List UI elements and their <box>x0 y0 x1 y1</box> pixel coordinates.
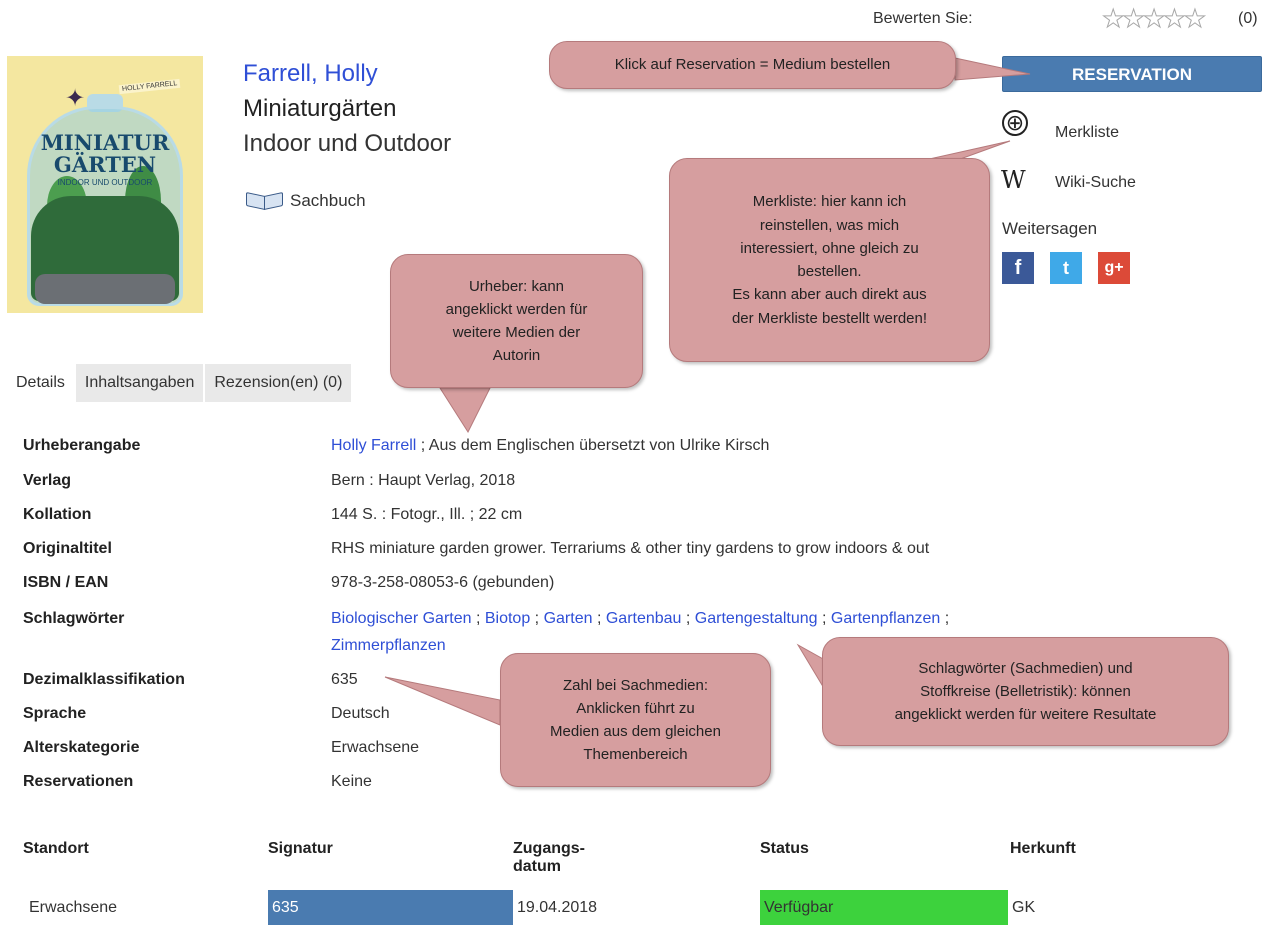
keyword-link[interactable]: Zimmerpflanzen <box>331 637 446 655</box>
rating-label: Bewerten Sie: <box>873 10 973 27</box>
book-icon <box>244 191 286 211</box>
alter-value: Erwachsene <box>331 739 420 756</box>
keyword-link[interactable]: Biotop <box>485 610 530 627</box>
sprache-label: Sprache <box>23 705 87 722</box>
share-heading: Weitersagen <box>1002 219 1098 238</box>
keyword-separator: ; <box>817 610 831 627</box>
cover-title: GÄRTEN <box>53 152 157 177</box>
reservation-button[interactable]: RESERVATION <box>1002 56 1262 92</box>
schlagwoerter-value: Biologischer Garten ; Biotop ; Garten ; … <box>331 610 949 628</box>
butterfly-icon: ✦ <box>65 85 86 112</box>
detail-tabs: Details Inhaltsangaben Rezension(en) (0) <box>7 364 353 402</box>
callout-urheber: Urheber: kann angeklickt werden für weit… <box>390 254 643 388</box>
media-type-label: Sachbuch <box>290 191 366 210</box>
twitter-icon[interactable]: t <box>1050 252 1082 284</box>
cover-author: HOLLY FARRELL <box>118 78 181 95</box>
callout-merkliste: Merkliste: hier kann ich reinstellen, wa… <box>669 158 990 362</box>
callout-pointer <box>796 643 826 692</box>
media-type: Sachbuch <box>244 191 366 211</box>
reservationen-label: Reservationen <box>23 773 134 790</box>
wikipedia-icon[interactable]: W <box>1001 166 1026 194</box>
column-header-zugangsdatum: Zugangs- datum <box>513 840 585 876</box>
dezimal-link[interactable]: 635 <box>331 671 358 689</box>
googleplus-icon[interactable]: g+ <box>1098 252 1130 284</box>
column-header-standort: Standort <box>23 840 89 857</box>
schlagwoerter-label: Schlagwörter <box>23 610 125 627</box>
originaltitel-label: Originaltitel <box>23 540 112 557</box>
originaltitel-value: RHS miniature garden grower. Terrariums … <box>331 540 930 557</box>
wiki-search-link[interactable]: Wiki-Suche <box>1055 174 1136 192</box>
cover-subtitle: INDOOR UND OUTDOOR <box>57 178 153 187</box>
cell-signatur: 635 <box>268 890 513 925</box>
urheber-rest: ; Aus dem Englischen übersetzt von Ulrik… <box>416 437 770 454</box>
stones-shape <box>35 274 175 304</box>
cell-herkunft: GK <box>1012 899 1036 916</box>
keyword-link[interactable]: Gartengestaltung <box>695 610 818 627</box>
keyword-link[interactable]: Biologischer Garten <box>331 610 472 627</box>
star-icon[interactable]: ★ <box>1122 6 1145 33</box>
book-subtitle: Indoor und Outdoor <box>243 130 452 157</box>
callout-text: Merkliste: hier kann ich reinstellen, wa… <box>731 193 928 327</box>
alter-label: Alterskategorie <box>23 739 140 756</box>
watchlist-link[interactable]: Merkliste <box>1055 124 1119 142</box>
book-cover-image[interactable]: ✦ HOLLY FARRELL MINIATUR GÄRTEN INDOOR U… <box>7 56 203 313</box>
dezimal-label: Dezimalklassifikation <box>23 671 185 688</box>
callout-text: Klick auf Reservation = Medium bestellen <box>614 56 891 74</box>
keyword-separator: ; <box>681 610 695 627</box>
rating-stars[interactable]: ★ ★ ★ ★ ★ <box>1101 6 1206 33</box>
keyword-link[interactable]: Gartenpflanzen <box>831 610 940 627</box>
column-header-herkunft: Herkunft <box>1010 840 1076 857</box>
kollation-value: 144 S. : Fotogr., Ill. ; 22 cm <box>331 506 523 523</box>
add-circle-icon[interactable]: ⊕ <box>1002 110 1028 136</box>
star-icon[interactable]: ★ <box>1163 6 1186 33</box>
verlag-value: Bern : Haupt Verlag, 2018 <box>331 472 516 489</box>
keyword-separator: ; <box>940 610 950 627</box>
urheber-author-link[interactable]: Holly Farrell <box>331 437 416 454</box>
star-icon[interactable]: ★ <box>1142 6 1165 33</box>
tab-rezensionen[interactable]: Rezension(en) (0) <box>205 364 352 402</box>
verlag-label: Verlag <box>23 472 72 489</box>
isbn-value: 978-3-258-08053-6 (gebunden) <box>331 574 555 591</box>
status-badge: Verfügbar <box>760 890 1008 925</box>
cell-zugangsdatum: 19.04.2018 <box>517 899 598 916</box>
facebook-icon[interactable]: f <box>1002 252 1034 284</box>
callout-pointer <box>384 676 501 726</box>
column-header-line: Zugangs- <box>513 840 585 857</box>
keyword-link[interactable]: Garten <box>544 610 593 627</box>
tab-inhaltsangaben[interactable]: Inhaltsangaben <box>75 364 204 402</box>
callout-pointer <box>439 387 491 434</box>
callout-text: Schlagwörter (Sachmedien) und Stoffkreis… <box>894 659 1157 724</box>
callout-text: Urheber: kann angeklickt werden für weit… <box>445 277 588 365</box>
sprache-value: Deutsch <box>331 705 390 722</box>
kollation-label: Kollation <box>23 506 92 523</box>
cell-standort: Erwachsene <box>29 899 118 916</box>
urheber-label: Urheberangabe <box>23 437 141 454</box>
callout-text: Zahl bei Sachmedien: Anklicken führt zu … <box>550 676 721 764</box>
column-header-line: datum <box>513 858 561 875</box>
author-link[interactable]: Farrell, Holly <box>243 60 378 88</box>
star-icon[interactable]: ★ <box>1183 6 1206 33</box>
callout-schlagwoerter: Schlagwörter (Sachmedien) und Stoffkreis… <box>822 637 1229 746</box>
urheber-value: Holly Farrell ; Aus dem Englischen übers… <box>331 437 769 455</box>
callout-zahl: Zahl bei Sachmedien: Anklicken führt zu … <box>500 653 771 787</box>
tab-details[interactable]: Details <box>7 364 74 402</box>
column-header-signatur: Signatur <box>268 840 333 857</box>
column-header-status: Status <box>760 840 809 857</box>
rating-count: (0) <box>1238 10 1258 27</box>
isbn-label: ISBN / EAN <box>23 574 109 591</box>
star-icon[interactable]: ★ <box>1101 6 1124 33</box>
keyword-separator: ; <box>530 610 544 627</box>
callout-reservation: Klick auf Reservation = Medium bestellen <box>549 41 956 89</box>
keyword-separator: ; <box>471 610 485 627</box>
keyword-link[interactable]: Gartenbau <box>606 610 682 627</box>
reservationen-value: Keine <box>331 773 372 790</box>
book-title: Miniaturgärten <box>243 95 397 122</box>
keyword-separator: ; <box>592 610 606 627</box>
